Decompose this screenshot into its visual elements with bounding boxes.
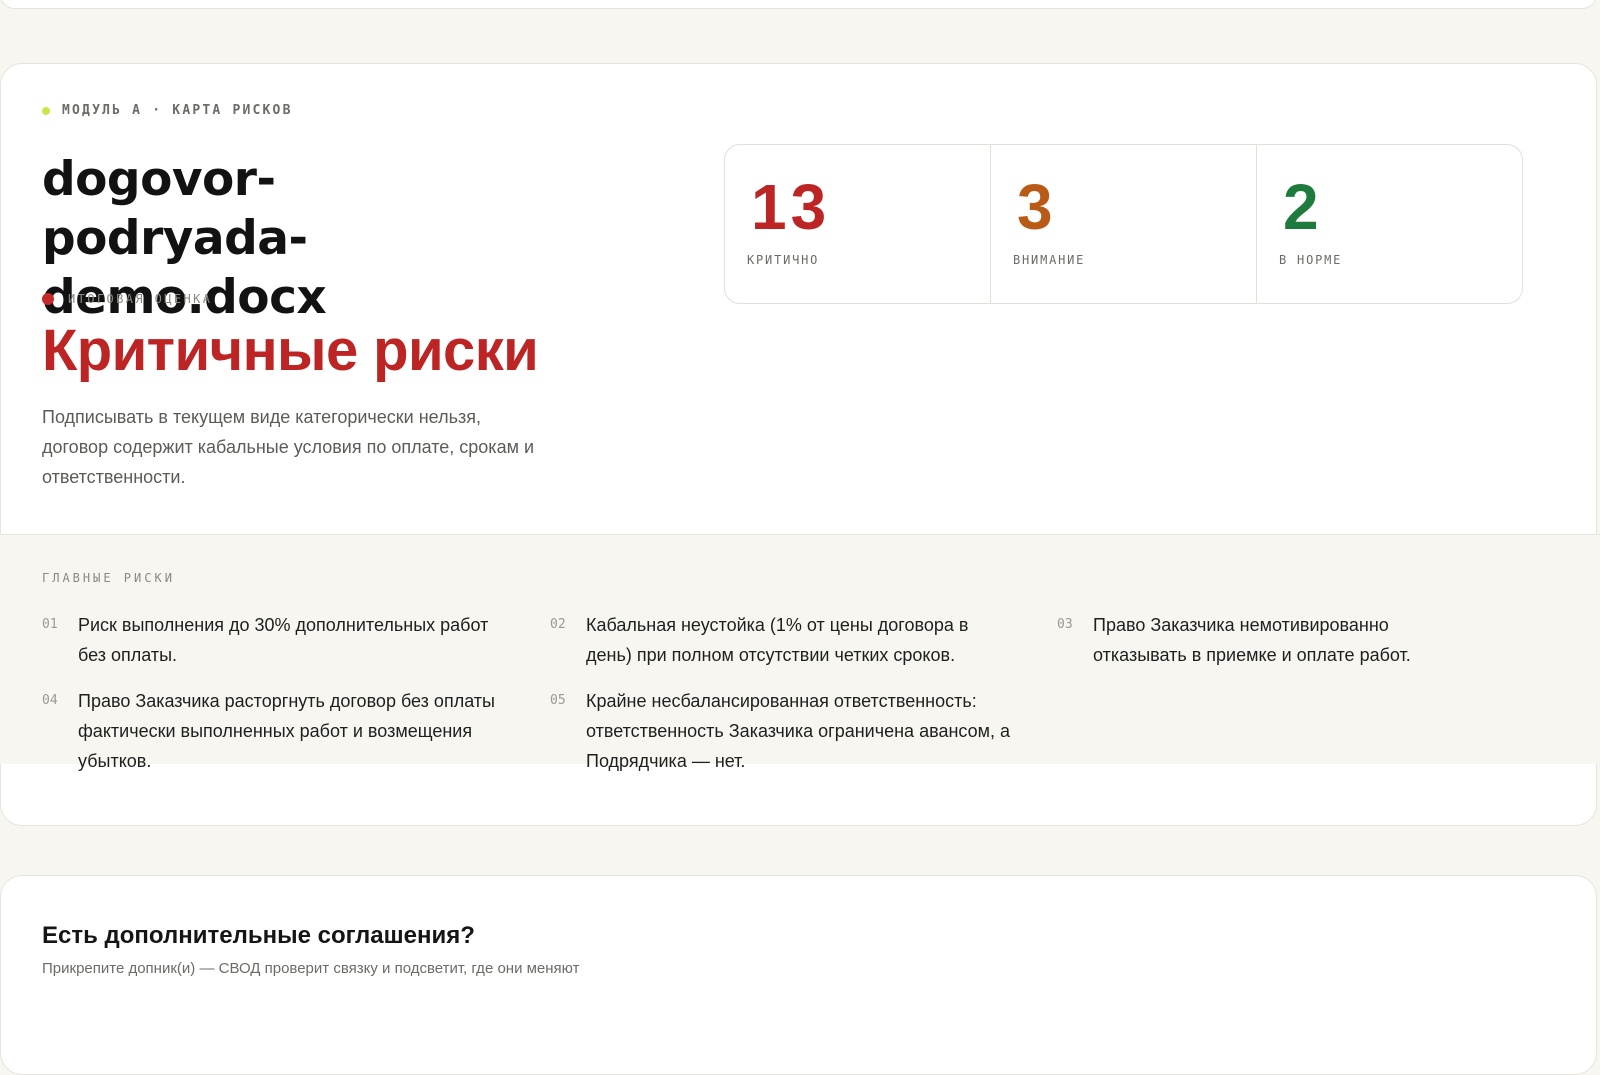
- stat-attention-value: 3: [1017, 171, 1057, 243]
- stat-critical[interactable]: 13 КРИТИЧНО: [725, 145, 991, 303]
- stat-normal-label: В НОРМЕ: [1279, 253, 1343, 267]
- risk-stats-panel: 13 КРИТИЧНО 3 ВНИМАНИЕ 2 В НОРМЕ: [724, 144, 1523, 304]
- risk-item-01[interactable]: 01 Риск выполнения до 30% дополнительных…: [42, 610, 502, 670]
- risk-text: Риск выполнения до 30% дополнительных ра…: [78, 615, 489, 665]
- risk-text: Крайне несбалансированная ответственност…: [586, 691, 1010, 771]
- addendum-subtitle: Прикрепите допник(и) — СВОД проверит свя…: [42, 960, 580, 977]
- risk-item-04[interactable]: 04 Право Заказчика расторгнуть договор б…: [42, 686, 502, 776]
- risk-text: Право Заказчика немотивированно отказыва…: [1093, 615, 1411, 665]
- verdict-title: Критичные риски: [42, 318, 539, 383]
- main-risks-title: ГЛАВНЫЕ РИСКИ: [42, 571, 175, 585]
- stat-critical-value: 13: [751, 171, 831, 243]
- stat-attention[interactable]: 3 ВНИМАНИЕ: [991, 145, 1257, 303]
- risk-item-02[interactable]: 02 Кабальная неустойка (1% от цены догов…: [550, 610, 1010, 670]
- verdict-description: Подписывать в текущем виде категорически…: [42, 407, 535, 487]
- risk-item-03[interactable]: 03 Право Заказчика немотивированно отказ…: [1057, 610, 1477, 670]
- critical-dot-icon: [42, 293, 54, 305]
- risk-text: Кабальная неустойка (1% от цены договора…: [586, 615, 969, 665]
- risk-number: 05: [550, 693, 566, 708]
- risk-number: 03: [1057, 617, 1073, 632]
- stat-attention-label: ВНИМАНИЕ: [1013, 253, 1086, 267]
- verdict-label-text: ИТОГОВАЯ ОЦЕНКА: [68, 292, 213, 306]
- risk-number: 01: [42, 617, 58, 632]
- risk-number: 04: [42, 693, 58, 708]
- verdict-label: ИТОГОВАЯ ОЦЕНКА: [42, 292, 212, 306]
- module-eyebrow: МОДУЛЬ А · КАРТА РИСКОВ: [42, 103, 293, 118]
- addendum-title: Есть дополнительные соглашения?: [42, 922, 475, 949]
- risk-number: 02: [550, 617, 566, 632]
- stat-critical-label: КРИТИЧНО: [747, 253, 820, 267]
- stat-normal-value: 2: [1283, 171, 1323, 243]
- stat-normal[interactable]: 2 В НОРМЕ: [1257, 145, 1522, 303]
- status-dot-icon: [42, 106, 50, 115]
- module-eyebrow-label: МОДУЛЬ А · КАРТА РИСКОВ: [62, 103, 293, 118]
- previous-section-card: [0, 0, 1597, 9]
- risk-item-05[interactable]: 05 Крайне несбалансированная ответственн…: [550, 686, 1010, 776]
- risk-text: Право Заказчика расторгнуть договор без …: [78, 691, 495, 771]
